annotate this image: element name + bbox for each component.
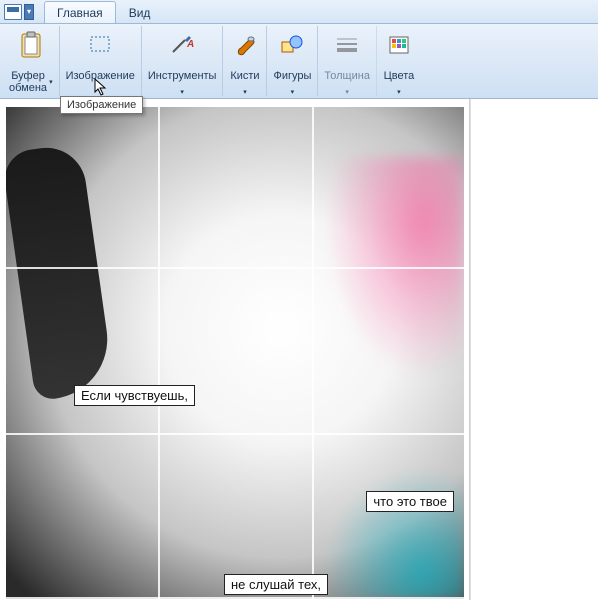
- qat-dropdown-icon[interactable]: ▾: [24, 4, 34, 20]
- cursor-icon: [94, 78, 108, 96]
- chevron-down-icon: ▾: [397, 89, 401, 96]
- workspace: Если чувствуешь, что это твое не слушай …: [0, 99, 598, 600]
- group-tools[interactable]: A Инструменты ▾: [142, 26, 224, 96]
- tab-main[interactable]: Главная: [44, 1, 116, 23]
- app-menu-icon[interactable]: [4, 4, 22, 20]
- tab-view[interactable]: Вид: [116, 1, 164, 23]
- canvas-text-3: не слушай тех,: [224, 574, 328, 595]
- brushes-label: Кисти: [230, 70, 259, 84]
- gray-area: [470, 99, 598, 600]
- ribbon: Буфер обмена▾ Изображение ▾ A Инструмент…: [0, 24, 598, 99]
- colors-label: Цвета: [384, 70, 415, 84]
- chevron-down-icon: ▾: [243, 89, 247, 96]
- thickness-icon: [334, 28, 360, 62]
- tools-icon: A: [169, 28, 195, 62]
- brush-icon: [233, 28, 257, 62]
- canvas-area[interactable]: Если чувствуешь, что это твое не слушай …: [0, 99, 470, 600]
- group-thickness[interactable]: Толщина ▾: [318, 26, 377, 96]
- quick-access-toolbar: ▾: [0, 0, 38, 23]
- shapes-icon: [279, 28, 305, 62]
- chevron-down-icon: ▾: [345, 89, 349, 96]
- chevron-down-icon: ▾: [291, 89, 295, 96]
- tools-label: Инструменты: [148, 70, 217, 84]
- chevron-down-icon: ▾: [180, 89, 184, 96]
- svg-text:A: A: [186, 39, 194, 50]
- clipboard-icon: [19, 28, 43, 62]
- canvas-text-1: Если чувствуешь,: [74, 385, 195, 406]
- group-clipboard[interactable]: Буфер обмена▾: [3, 26, 60, 96]
- selection-icon: [88, 28, 112, 62]
- group-brushes[interactable]: Кисти ▾: [223, 26, 267, 96]
- group-colors[interactable]: Цвета ▾: [377, 26, 421, 96]
- canvas-text-2: что это твое: [366, 491, 454, 512]
- colors-icon: [388, 28, 410, 62]
- group-shapes[interactable]: Фигуры ▾: [267, 26, 318, 96]
- tooltip-image: Изображение: [60, 96, 143, 114]
- shapes-label: Фигуры: [273, 70, 311, 84]
- title-bar: ▾ Главная Вид: [0, 0, 598, 24]
- clipboard-label: Буфер обмена▾: [9, 70, 53, 96]
- thickness-label: Толщина: [324, 70, 370, 84]
- chevron-down-icon: ▾: [49, 79, 53, 86]
- ribbon-tabs: Главная Вид: [44, 0, 163, 23]
- canvas-image: Если чувствуешь, что это твое не слушай …: [6, 107, 464, 599]
